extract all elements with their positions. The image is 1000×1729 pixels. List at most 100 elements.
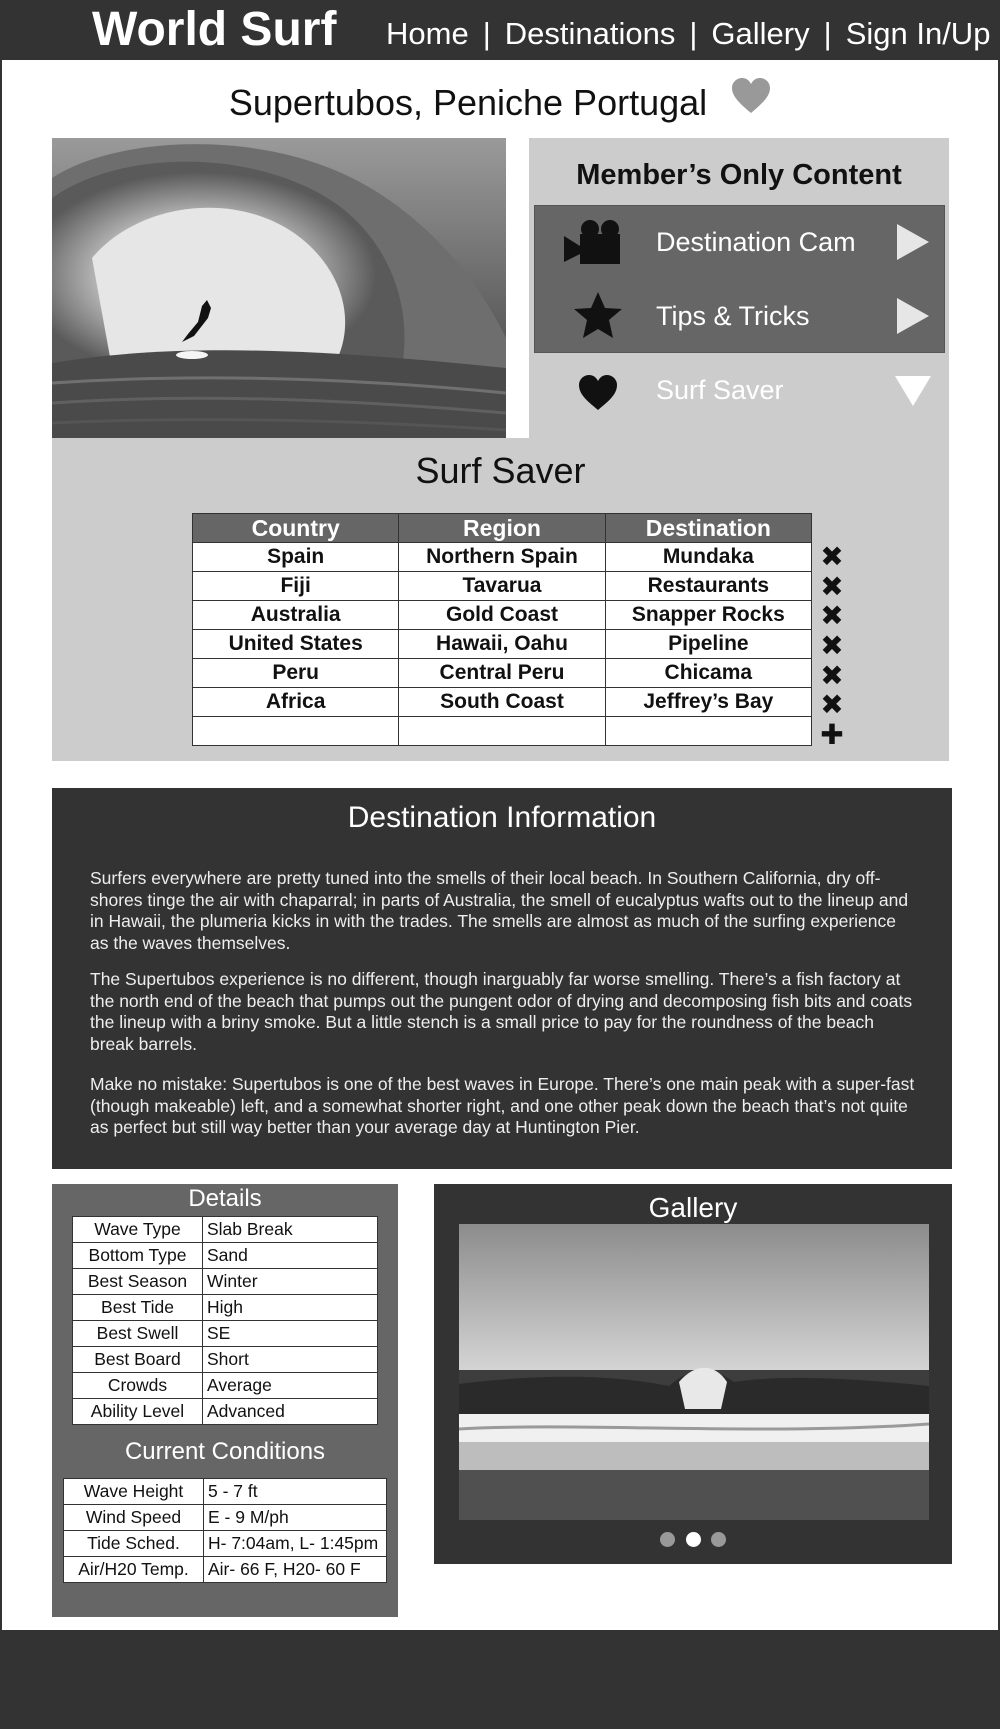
- surf-saver-panel: Surf Saver Country Region Destination Sp…: [52, 438, 949, 761]
- carousel-dot[interactable]: [660, 1532, 676, 1547]
- cell-destination[interactable]: Jeffrey’s Bay: [604, 687, 813, 717]
- site-logo[interactable]: World Surf: [92, 4, 336, 56]
- gallery-image[interactable]: [459, 1224, 929, 1520]
- cell-destination[interactable]: Mundaka: [604, 542, 813, 572]
- surf-saver-table: Country Region Destination Spain Norther…: [191, 513, 813, 746]
- remove-row-icon[interactable]: ✖: [816, 661, 848, 691]
- cell-region-new[interactable]: [398, 716, 606, 746]
- cell-country[interactable]: Fiji: [191, 571, 400, 601]
- info-paragraph: Make no mistake: Supertubos is one of th…: [90, 1074, 915, 1137]
- menu-item-label: Surf Saver: [656, 375, 784, 405]
- cell-country[interactable]: Peru: [191, 658, 400, 688]
- table-row[interactable]: Australia Gold Coast Snapper Rocks: [191, 600, 813, 630]
- remove-row-icon[interactable]: ✖: [816, 631, 848, 661]
- detail-key: Bottom Type: [72, 1242, 203, 1269]
- cell-region[interactable]: Northern Spain: [398, 542, 606, 572]
- add-row-icon[interactable]: ✚: [816, 720, 848, 750]
- menu-item-destination-cam[interactable]: Destination Cam: [534, 206, 945, 278]
- carousel-dots: [434, 1532, 952, 1552]
- remove-row-icon[interactable]: ✖: [816, 601, 848, 631]
- detail-value: Short: [202, 1346, 378, 1373]
- info-paragraph: Surfers everywhere are pretty tuned into…: [90, 868, 909, 953]
- detail-value: Winter: [202, 1268, 378, 1295]
- column-header-region[interactable]: Region: [398, 513, 606, 543]
- gallery-title: Gallery: [648, 1192, 738, 1223]
- video-camera-icon: [560, 216, 630, 268]
- detail-key: Wave Type: [72, 1216, 203, 1243]
- cell-country-new[interactable]: [191, 716, 400, 746]
- carousel-dot-active[interactable]: [685, 1532, 701, 1547]
- cell-destination[interactable]: Snapper Rocks: [604, 600, 813, 630]
- cell-region[interactable]: South Coast: [398, 687, 606, 717]
- nav-separator: |: [823, 16, 832, 51]
- menu-item-tips-tricks[interactable]: Tips & Tricks: [534, 280, 945, 352]
- page-title: Supertubos, Peniche Portugal: [2, 77, 998, 126]
- members-only-title: Member’s Only Content: [576, 159, 902, 191]
- destination-info-panel: Destination Information Surfers everywhe…: [52, 788, 952, 1169]
- destination-title: Supertubos, Peniche Portugal: [228, 82, 708, 123]
- heart-icon: [560, 364, 630, 416]
- info-paragraph: The Supertubos experience is no differen…: [90, 969, 913, 1054]
- detail-key: Best Season: [72, 1268, 203, 1295]
- table-row: Tide Sched. H- 7:04am, L- 1:45pm: [63, 1530, 387, 1557]
- table-row-empty[interactable]: [191, 716, 813, 746]
- page-content: Supertubos, Peniche Portugal Member’s On…: [2, 60, 998, 1630]
- table-row: Best Season Winter: [72, 1268, 378, 1295]
- remove-row-icon[interactable]: ✖: [816, 542, 848, 572]
- cell-country[interactable]: Australia: [191, 600, 400, 630]
- condition-value: E - 9 M/ph: [203, 1504, 387, 1531]
- table-row: Air/H20 Temp. Air- 66 F, H20- 60 F: [63, 1556, 387, 1583]
- down-triangle-icon[interactable]: [893, 370, 933, 410]
- current-conditions-title: Current Conditions: [124, 1438, 326, 1465]
- table-row[interactable]: Peru Central Peru Chicama: [191, 658, 813, 688]
- play-arrow-icon[interactable]: [893, 222, 933, 262]
- gallery-panel: Gallery: [434, 1184, 952, 1564]
- table-row[interactable]: United States Hawaii, Oahu Pipeline: [191, 629, 813, 659]
- table-row[interactable]: Spain Northern Spain Mundaka: [191, 542, 813, 572]
- nav-sign-in[interactable]: Sign In/Up: [846, 16, 991, 51]
- detail-value: Sand: [202, 1242, 378, 1269]
- members-only-panel: Member’s Only Content Destination Cam Ti…: [529, 138, 949, 438]
- cell-destination-new[interactable]: [604, 716, 813, 746]
- table-row: Best Board Short: [72, 1346, 378, 1373]
- cell-country[interactable]: Spain: [191, 542, 400, 572]
- conditions-table: Wave Height 5 - 7 ft Wind Speed E - 9 M/ph…: [63, 1478, 387, 1583]
- detail-value: SE: [202, 1320, 378, 1347]
- table-row: Crowds Average: [72, 1372, 378, 1399]
- nav-gallery[interactable]: Gallery: [711, 16, 809, 51]
- cell-destination[interactable]: Restaurants: [604, 571, 813, 601]
- remove-row-icon[interactable]: ✖: [816, 572, 848, 602]
- table-row: Best Swell SE: [72, 1320, 378, 1347]
- cell-region[interactable]: Central Peru: [398, 658, 606, 688]
- cell-destination[interactable]: Pipeline: [604, 629, 813, 659]
- favorite-heart-icon[interactable]: [731, 77, 771, 125]
- detail-value: Slab Break: [202, 1216, 378, 1243]
- column-header-country[interactable]: Country: [191, 513, 400, 543]
- table-row: Wave Height 5 - 7 ft: [63, 1478, 387, 1505]
- menu-item-label: Destination Cam: [656, 227, 856, 257]
- cell-country[interactable]: United States: [191, 629, 400, 659]
- cell-region[interactable]: Hawaii, Oahu: [398, 629, 606, 659]
- detail-value: Average: [202, 1372, 378, 1399]
- detail-key: Best Swell: [72, 1320, 203, 1347]
- condition-value: Air- 66 F, H20- 60 F: [203, 1556, 387, 1583]
- surf-saver-title: Surf Saver: [415, 450, 586, 491]
- cell-region[interactable]: Gold Coast: [398, 600, 606, 630]
- cell-destination[interactable]: Chicama: [604, 658, 813, 688]
- table-row[interactable]: Fiji Tavarua Restaurants: [191, 571, 813, 601]
- detail-value: High: [202, 1294, 378, 1321]
- condition-key: Air/H20 Temp.: [63, 1556, 204, 1583]
- table-row[interactable]: Africa South Coast Jeffrey’s Bay: [191, 687, 813, 717]
- nav-destinations[interactable]: Destinations: [505, 16, 676, 51]
- remove-row-icon[interactable]: ✖: [816, 690, 848, 720]
- table-row: Ability Level Advanced: [72, 1398, 378, 1425]
- table-row: Bottom Type Sand: [72, 1242, 378, 1269]
- column-header-destination[interactable]: Destination: [604, 513, 813, 543]
- play-arrow-icon[interactable]: [893, 296, 933, 336]
- cell-region[interactable]: Tavarua: [398, 571, 606, 601]
- cell-country[interactable]: Africa: [191, 687, 400, 717]
- menu-item-surf-saver[interactable]: Surf Saver: [534, 354, 945, 426]
- carousel-dot[interactable]: [710, 1532, 726, 1547]
- table-row: Wave Type Slab Break: [72, 1216, 378, 1243]
- nav-home[interactable]: Home: [386, 16, 469, 51]
